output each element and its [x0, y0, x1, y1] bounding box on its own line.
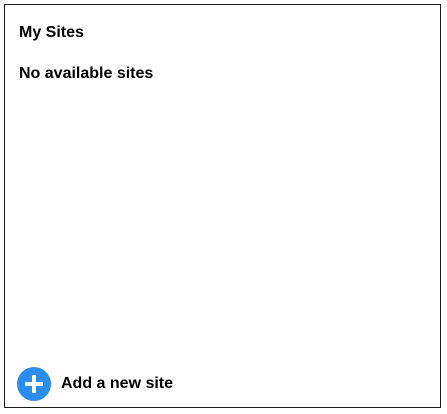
- my-sites-panel: My Sites No available sites Add a new si…: [4, 4, 441, 408]
- empty-sites-message: No available sites: [19, 65, 154, 82]
- add-new-site-button[interactable]: Add a new site: [17, 367, 173, 401]
- plus-circle-icon: [17, 367, 51, 401]
- add-new-site-label: Add a new site: [61, 375, 174, 392]
- panel-title: My Sites: [19, 24, 84, 41]
